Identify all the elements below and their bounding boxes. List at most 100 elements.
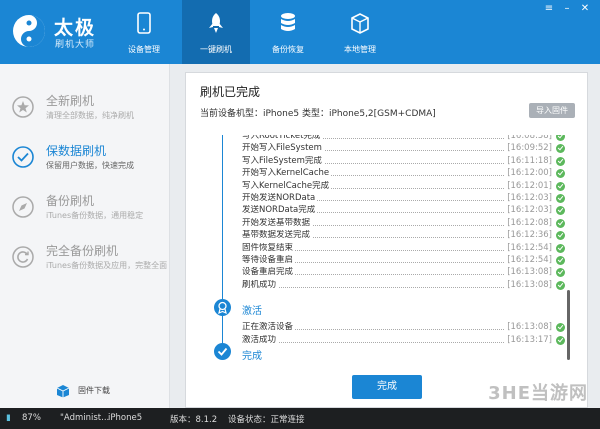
log-message: 写入KernelCache完成 xyxy=(242,180,332,192)
sidebar-item-fresh-flash[interactable]: 全新刷机 清理全部数据，纯净刷机 xyxy=(0,86,170,134)
box-icon xyxy=(351,13,369,34)
firmware-version: 版本：8.1.2 xyxy=(170,415,218,425)
log-row: 开始写入FileSystem [16:09:52] xyxy=(242,143,552,155)
success-check-icon xyxy=(556,135,565,141)
log-timestamp: [16:08:58] xyxy=(505,135,552,142)
nav-local-management[interactable]: 本地管理 xyxy=(326,0,394,64)
log-row: 写入RootTicket完成 [16:08:58] xyxy=(242,135,552,142)
flash-log[interactable]: 写入RootTicket完成 [16:08:58] 开始写入FileSystem [1… xyxy=(192,135,577,363)
success-check-icon xyxy=(556,169,565,179)
sidebar-item-desc: iTunes备份数据及应用，完整全面 xyxy=(46,261,168,270)
main-content: 刷机已完成 当前设备机型：iPhone5 类型：iPhone5,2[GSM+CD… xyxy=(170,64,600,408)
log-row: 基带数据发送完成 [16:12:36] xyxy=(242,230,552,242)
check-circle-icon xyxy=(12,146,34,168)
success-check-icon xyxy=(556,206,565,216)
log-message: 开始写入FileSystem xyxy=(242,143,324,155)
log-timestamp: [16:12:36] xyxy=(505,230,552,242)
log-message: 开始发送NORData xyxy=(242,193,318,204)
device-status: 设备状态：正常连接 xyxy=(228,415,305,425)
log-row: 开始发送基带数据 [16:12:08] xyxy=(242,217,552,229)
log-row: 等待设备重启 [16:12:54] xyxy=(242,255,552,266)
window-controls: ≡ – ✕ xyxy=(542,2,594,16)
log-timestamp: [16:13:08] xyxy=(505,322,552,333)
nav-device-management[interactable]: 设备管理 xyxy=(110,0,178,64)
log-message: 等待设备重启 xyxy=(242,255,296,266)
status-bar: ▮ 87% "Administ... iPhone5 版本：8.1.2 设备状态… xyxy=(0,408,600,429)
nav-label: 设备管理 xyxy=(128,45,160,54)
success-check-icon xyxy=(556,231,565,241)
star-icon xyxy=(12,96,34,118)
check-icon xyxy=(214,343,231,360)
log-row: 激活成功 [16:13:17] xyxy=(242,334,552,346)
success-check-icon xyxy=(556,194,565,203)
watermark: 3HE当游网 xyxy=(488,383,588,404)
log-message: 写入RootTicket完成 xyxy=(242,135,323,142)
timeline-line xyxy=(222,135,223,353)
sidebar-item-title: 完全备份刷机 xyxy=(46,244,119,258)
sidebar: 全新刷机 清理全部数据，纯净刷机 保数据刷机 保留用户数据，快速完成 备份刷机 … xyxy=(0,64,170,408)
refresh-icon xyxy=(12,246,34,268)
success-check-icon xyxy=(556,280,565,290)
firmware-download-button[interactable]: 固件下载 xyxy=(0,374,170,408)
device-info: 当前设备机型：iPhone5 类型：iPhone5,2[GSM+CDMA] xyxy=(200,109,436,119)
log-message: 激活成功 xyxy=(242,334,279,346)
log-timestamp: [16:09:52] xyxy=(505,143,552,155)
app-subtitle: 刷机大师 xyxy=(55,40,96,50)
log-row: 发送NORData完成 [16:12:03] xyxy=(242,205,552,217)
success-check-icon xyxy=(556,144,565,154)
sidebar-item-keep-data-flash[interactable]: 保数据刷机 保留用户数据，快速完成 xyxy=(0,136,170,184)
sidebar-item-full-backup-flash[interactable]: 完全备份刷机 iTunes备份数据及应用，完整全面 xyxy=(0,236,170,284)
log-row: 写入FileSystem完成 [16:11:18] xyxy=(242,155,552,167)
log-row: 正在激活设备 [16:13:08] xyxy=(242,322,552,333)
success-check-icon xyxy=(556,243,565,253)
success-check-icon xyxy=(556,218,565,228)
app-title: 太极 xyxy=(54,17,97,39)
log-message: 基带数据发送完成 xyxy=(242,230,313,242)
log-timestamp: [16:12:01] xyxy=(505,180,552,192)
log-timestamp: [16:13:17] xyxy=(505,334,552,346)
database-icon xyxy=(281,13,295,31)
log-row: 开始发送NORData [16:12:03] xyxy=(242,193,552,204)
sidebar-item-title: 保数据刷机 xyxy=(46,144,107,158)
log-scrollbar[interactable] xyxy=(567,290,570,360)
log-timestamp: [16:13:08] xyxy=(505,267,552,279)
stage-done: 完成 xyxy=(242,351,262,362)
log-message: 开始发送基带数据 xyxy=(242,217,313,229)
close-icon[interactable]: ✕ xyxy=(578,2,592,16)
log-timestamp: [16:13:08] xyxy=(505,279,552,291)
taiji-logo-icon xyxy=(13,15,45,47)
success-check-icon xyxy=(556,335,565,345)
sidebar-item-desc: iTunes备份数据，通用稳定 xyxy=(46,211,144,220)
log-message: 刷机成功 xyxy=(242,279,279,291)
nav-backup-restore[interactable]: 备份恢复 xyxy=(254,0,322,64)
log-message: 固件恢复结束 xyxy=(242,242,296,254)
sidebar-item-title: 备份刷机 xyxy=(46,194,95,208)
log-timestamp: [16:12:00] xyxy=(505,168,552,180)
device-name: iPhone5 xyxy=(108,413,143,423)
done-button[interactable]: 完成 xyxy=(352,375,422,399)
nav-one-click-flash[interactable]: 一键刷机 xyxy=(182,0,250,64)
success-check-icon xyxy=(556,256,565,265)
flash-result-panel: 刷机已完成 当前设备机型：iPhone5 类型：iPhone5,2[GSM+CD… xyxy=(185,72,588,408)
log-row: 刷机成功 [16:13:08] xyxy=(242,279,552,291)
success-check-icon xyxy=(556,156,565,166)
nav-label: 本地管理 xyxy=(344,45,376,54)
compass-icon xyxy=(12,196,34,218)
top-bar: 太极 刷机大师 设备管理 一键刷机 备份恢复 本地管理 ≡ – ✕ xyxy=(0,0,600,64)
log-timestamp: [16:12:08] xyxy=(505,217,552,229)
minimize-icon[interactable]: – xyxy=(560,2,574,16)
log-row: 开始写入KernelCache [16:12:00] xyxy=(242,168,552,180)
stage-activate: 激活 xyxy=(242,306,262,317)
import-firmware-button[interactable]: 导入固件 xyxy=(529,103,575,118)
nav-label: 一键刷机 xyxy=(200,45,232,54)
package-icon xyxy=(56,385,70,398)
menu-icon[interactable]: ≡ xyxy=(542,2,556,16)
battery-level: 87% xyxy=(22,413,41,423)
log-message: 正在激活设备 xyxy=(242,322,296,333)
sidebar-item-backup-flash[interactable]: 备份刷机 iTunes备份数据，通用稳定 xyxy=(0,186,170,234)
rocket-icon xyxy=(209,13,223,33)
log-timestamp: [16:12:54] xyxy=(505,242,552,254)
success-check-icon xyxy=(556,181,565,191)
badge-icon xyxy=(214,299,231,316)
log-message: 开始写入KernelCache xyxy=(242,168,332,180)
